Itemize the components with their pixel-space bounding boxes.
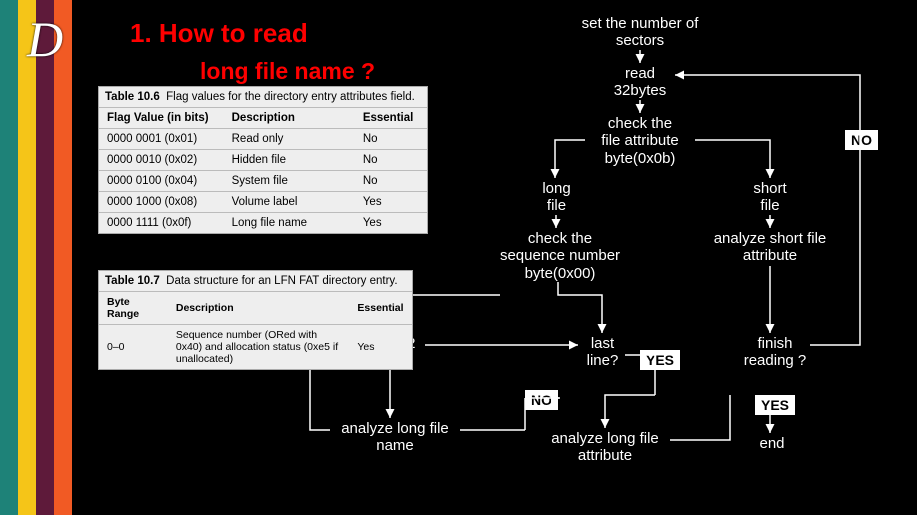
- col-header: Description: [224, 108, 355, 129]
- node-read32: read32bytes: [605, 65, 675, 100]
- table-row: 0000 0001 (0x01) Read only No: [99, 129, 427, 150]
- cell: No: [355, 150, 427, 171]
- cell: Long file name: [224, 213, 355, 234]
- table-caption-text: Flag values for the directory entry attr…: [166, 91, 415, 103]
- table-row: 0000 1000 (0x08) Volume label Yes: [99, 192, 427, 213]
- table-caption-num: Table 10.7: [105, 275, 160, 287]
- table-row: 0000 1111 (0x0f) Long file name Yes: [99, 213, 427, 234]
- cell: No: [355, 171, 427, 192]
- cell: 0–0: [99, 325, 168, 370]
- cell: No: [355, 129, 427, 150]
- table-10-7-grid: Byte Range Description Essential 0–0 Seq…: [99, 291, 412, 369]
- table-row: 0–0 Sequence number (ORed with 0x40) and…: [99, 325, 412, 370]
- stripe-yellow: [18, 0, 36, 515]
- badge-no: NO: [845, 130, 878, 150]
- cell: Yes: [355, 213, 427, 234]
- table-caption-text: Data structure for an LFN FAT directory …: [166, 275, 397, 287]
- col-header: Byte Range: [99, 292, 168, 325]
- col-header: Essential: [349, 292, 412, 325]
- badge-no: NO: [525, 390, 558, 410]
- cell: System file: [224, 171, 355, 192]
- node-last-line: lastline?: [580, 335, 625, 370]
- heading-line2: long file name ?: [200, 58, 375, 85]
- cell: 0000 0100 (0x04): [99, 171, 224, 192]
- node-check-seq: check thesequence numberbyte(0x00): [495, 230, 625, 282]
- table-10-7: Table 10.7 Data structure for an LFN FAT…: [98, 270, 413, 370]
- cell: Volume label: [224, 192, 355, 213]
- node-end: end: [752, 435, 792, 452]
- cell: Yes: [349, 325, 412, 370]
- node-long-file: longfile: [534, 180, 579, 215]
- table-row: 0000 0100 (0x04) System file No: [99, 171, 427, 192]
- cell: 0000 0010 (0x02): [99, 150, 224, 171]
- table-10-6: Table 10.6 Flag values for the directory…: [98, 86, 428, 234]
- table-10-7-caption: Table 10.7 Data structure for an LFN FAT…: [99, 271, 412, 291]
- table-caption-num: Table 10.6: [105, 91, 160, 103]
- table-10-6-grid: Flag Value (in bits) Description Essenti…: [99, 107, 427, 233]
- node-set-sectors: set the number ofsectors: [560, 15, 720, 50]
- node-analyze-short: analyze short fileattribute: [700, 230, 840, 265]
- cell: Hidden file: [224, 150, 355, 171]
- node-finish: finishreading ?: [735, 335, 815, 370]
- cell: 0000 0001 (0x01): [99, 129, 224, 150]
- badge-yes: YES: [755, 395, 795, 415]
- col-header: Description: [168, 292, 350, 325]
- cell: Sequence number (ORed with 0x40) and all…: [168, 325, 350, 370]
- cell: Yes: [355, 192, 427, 213]
- badge-yes: YES: [640, 350, 680, 370]
- logo: D: [10, 10, 80, 65]
- stripe-orange: [54, 0, 72, 515]
- col-header: Flag Value (in bits): [99, 108, 224, 129]
- table-10-6-caption: Table 10.6 Flag values for the directory…: [99, 87, 427, 107]
- col-header: Essential: [355, 108, 427, 129]
- cell: 0000 1000 (0x08): [99, 192, 224, 213]
- table-row: 0000 0010 (0x02) Hidden file No: [99, 150, 427, 171]
- node-check-attr: check thefile attributebyte(0x0b): [585, 115, 695, 167]
- heading-line1: 1. How to read: [130, 18, 308, 49]
- cell: 0000 1111 (0x0f): [99, 213, 224, 234]
- stripe-teal: [0, 0, 18, 515]
- node-analyze-long-name: analyze long filename: [330, 420, 460, 455]
- node-analyze-long-attr: analyze long fileattribute: [540, 430, 670, 465]
- node-short-file: shortfile: [740, 180, 800, 215]
- stripe-maroon: [36, 0, 54, 515]
- cell: Read only: [224, 129, 355, 150]
